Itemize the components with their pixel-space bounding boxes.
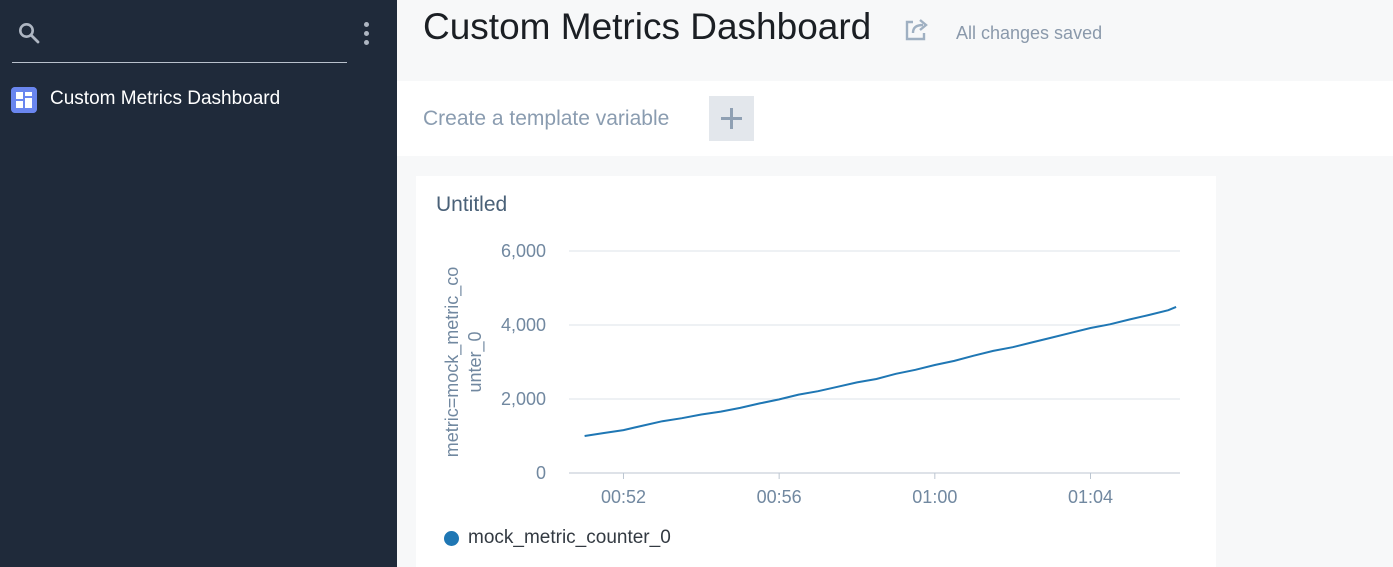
x-tick-label: 00:56 <box>757 487 802 507</box>
main-content: Custom Metrics Dashboard All changes sav… <box>397 0 1393 567</box>
sidebar-search <box>0 0 397 64</box>
sidebar-item-label: Custom Metrics Dashboard <box>50 88 281 109</box>
search-input[interactable] <box>50 18 344 50</box>
search-underline <box>12 62 347 63</box>
page-title: Custom Metrics Dashboard <box>423 6 872 47</box>
share-icon[interactable] <box>904 18 930 42</box>
y-tick-label: 4,000 <box>501 315 546 335</box>
x-tick-label: 01:04 <box>1068 487 1113 507</box>
chart-legend: mock_metric_counter_0 <box>444 526 671 550</box>
sidebar-item-custom-metrics-dashboard[interactable]: Custom Metrics Dashboard <box>0 84 397 114</box>
x-tick-label: 01:00 <box>912 487 957 507</box>
y-tick-label: 2,000 <box>501 389 546 409</box>
legend-swatch[interactable] <box>444 530 459 546</box>
create-template-variable-label[interactable]: Create a template variable <box>423 107 669 131</box>
template-variable-bar: Create a template variable <box>397 81 1393 156</box>
x-tick-label: 00:52 <box>601 487 646 507</box>
y-tick-label: 0 <box>536 463 546 483</box>
legend-label[interactable]: mock_metric_counter_0 <box>468 527 671 549</box>
plus-icon-vertical <box>730 108 733 129</box>
search-icon[interactable] <box>18 22 40 44</box>
line-chart: 0 2,000 4,000 6,000 00:52 00:56 01:00 01:04 metr… <box>442 241 1180 507</box>
chart-panel: Untitled 0 2,000 4,000 6,000 00:52 00:56 01:00… <box>416 176 1216 567</box>
sidebar: Custom Metrics Dashboard <box>0 0 397 567</box>
dashboard-icon <box>11 87 37 113</box>
y-tick-label: 6,000 <box>501 241 546 261</box>
y-axis-label: metric=mock_metric_co <box>442 267 463 458</box>
add-template-variable-button[interactable] <box>709 96 754 141</box>
series-line <box>584 305 1177 437</box>
y-axis-label: unter_0 <box>465 331 486 392</box>
more-options-icon[interactable] <box>360 22 372 48</box>
save-status: All changes saved <box>956 23 1103 43</box>
